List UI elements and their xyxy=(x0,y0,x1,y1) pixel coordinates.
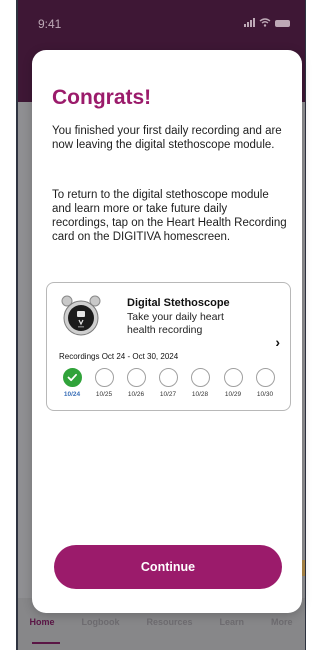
chevron-right-icon[interactable]: › xyxy=(275,334,280,350)
day-label: 10/25 xyxy=(95,391,113,398)
day-status-completed xyxy=(62,368,82,387)
tab-learn[interactable]: Learn xyxy=(219,617,244,627)
wifi-icon xyxy=(259,18,271,27)
day-10-25: 10/25 xyxy=(94,368,114,398)
day-status-empty xyxy=(190,368,210,387)
card-description: Take your daily heart health recording xyxy=(127,311,224,336)
modal-message-1: You finished your first daily recording … xyxy=(52,125,282,151)
day-10-28: 10/28 xyxy=(190,368,210,398)
status-icons xyxy=(244,18,290,27)
day-label: 10/28 xyxy=(191,391,209,398)
tab-home[interactable]: Home xyxy=(29,617,54,627)
day-label: 10/26 xyxy=(127,391,145,398)
day-10-27: 10/27 xyxy=(158,368,178,398)
battery-icon xyxy=(275,20,290,27)
day-10-30: 10/30 xyxy=(255,368,275,398)
day-status-empty xyxy=(94,368,114,387)
modal-title: Congrats! xyxy=(52,86,152,109)
checkmark-icon xyxy=(67,373,77,382)
tab-more[interactable]: More xyxy=(271,617,293,627)
stethoscope-icon xyxy=(61,295,101,336)
day-label: 10/27 xyxy=(159,391,177,398)
day-label: 10/24 xyxy=(63,391,81,398)
digital-stethoscope-card[interactable]: Digital Stethoscope Take your daily hear… xyxy=(46,282,291,411)
day-label: 10/29 xyxy=(224,391,242,398)
tab-resources[interactable]: Resources xyxy=(146,617,192,627)
day-status-empty xyxy=(223,368,243,387)
modal-message-2: To return to the digital stethoscope mod… xyxy=(52,189,287,243)
tab-logbook[interactable]: Logbook xyxy=(81,617,119,627)
day-status-empty xyxy=(158,368,178,387)
day-label: 10/30 xyxy=(256,391,274,398)
day-10-29: 10/29 xyxy=(223,368,243,398)
day-10-24: 10/24 xyxy=(62,368,82,398)
recordings-date-range: Recordings Oct 24 - Oct 30, 2024 xyxy=(59,352,179,361)
frame-edge-left xyxy=(16,0,18,650)
day-status-empty xyxy=(255,368,275,387)
frame-edge-right xyxy=(304,0,306,650)
congrats-modal: Congrats! You finished your first daily … xyxy=(32,50,302,613)
active-tab-indicator xyxy=(32,642,60,644)
day-10-26: 10/26 xyxy=(126,368,146,398)
continue-button[interactable]: Continue xyxy=(54,545,282,589)
card-title: Digital Stethoscope xyxy=(127,297,230,309)
status-time: 9:41 xyxy=(38,17,62,31)
day-status-empty xyxy=(126,368,146,387)
signal-icon xyxy=(244,18,255,27)
